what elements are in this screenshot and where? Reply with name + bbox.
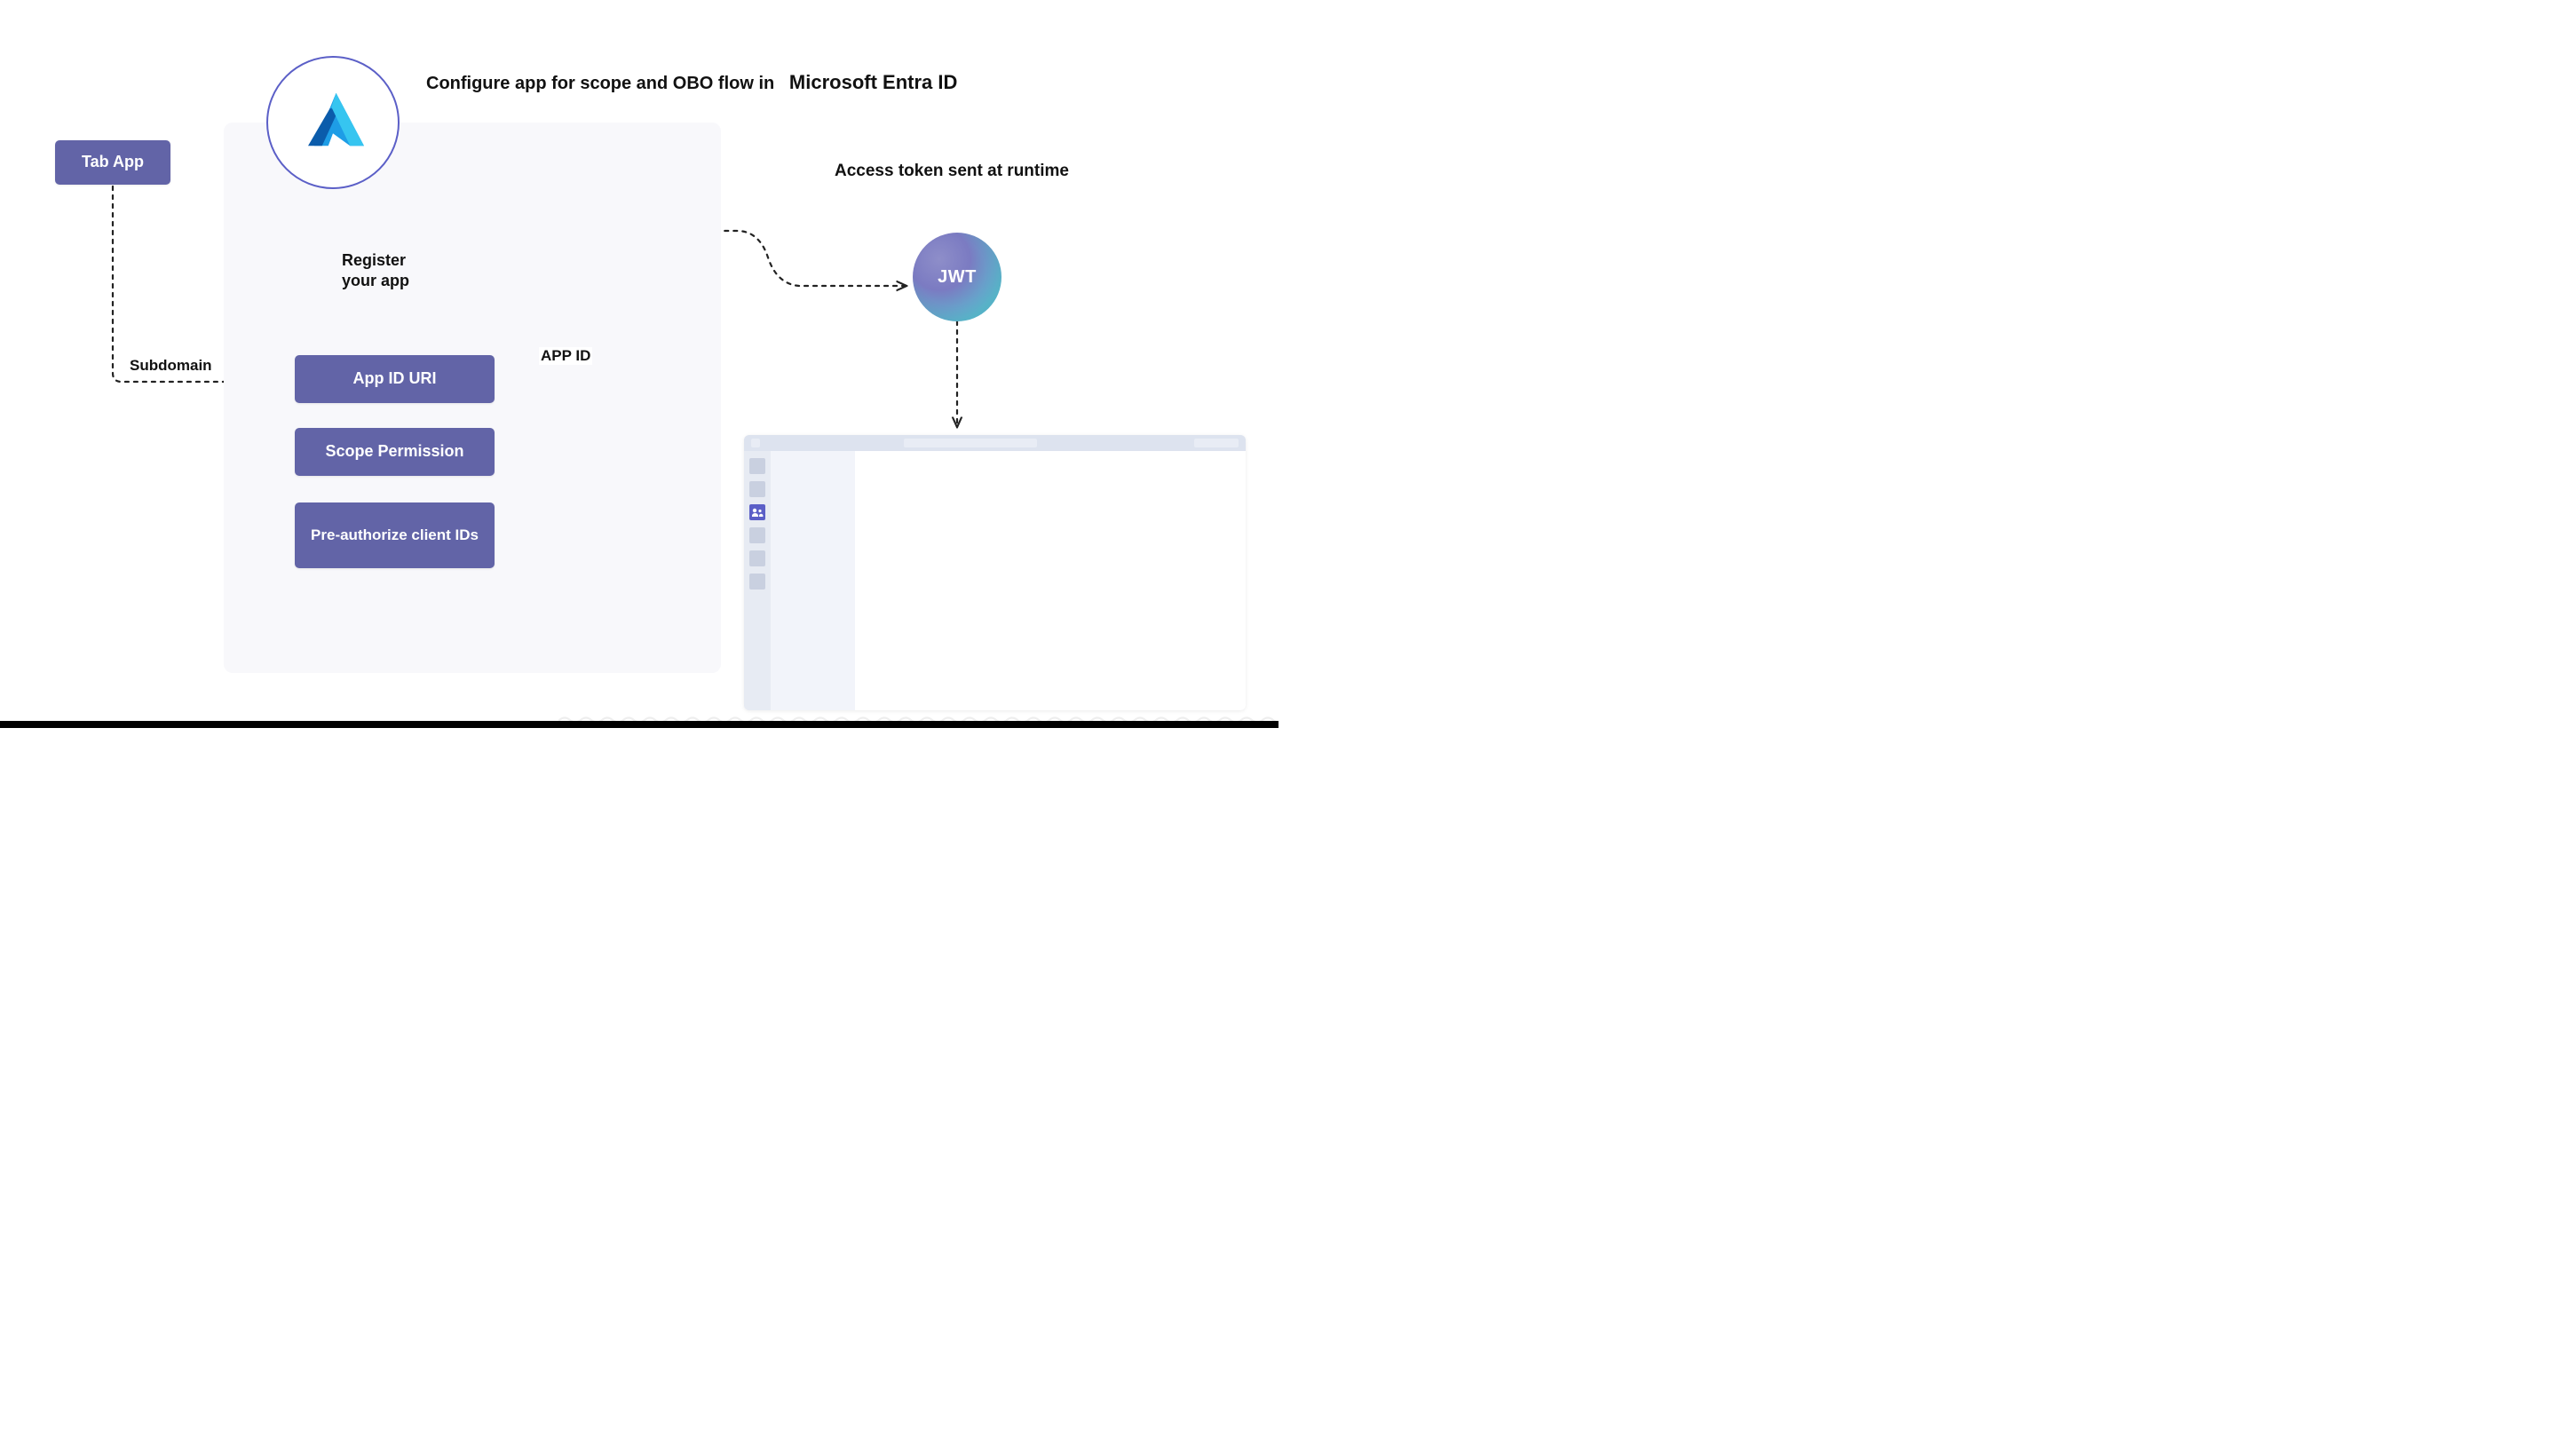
node-scope-permission: Scope Permission (295, 428, 495, 476)
app-window-content (855, 451, 1246, 710)
page-title-brand: Microsoft Entra ID (789, 71, 957, 93)
rail-chip (749, 481, 765, 497)
jwt-label: JWT (938, 267, 977, 288)
runtime-heading: Access token sent at runtime (835, 162, 1069, 181)
diagram-stage: Configure app for scope and OBO flow in … (0, 0, 1278, 728)
app-window-rail (744, 451, 771, 710)
rail-chip (749, 527, 765, 543)
node-pre-authorize-label: Pre-authorize client IDs (311, 526, 479, 544)
jwt-node: JWT (913, 233, 1001, 321)
page-title: Configure app for scope and OBO flow in … (426, 71, 957, 94)
app-window-titlebar (744, 435, 1246, 451)
azure-logo-circle (266, 56, 400, 189)
rail-chip (749, 574, 765, 590)
edge-label-app-id: APP ID (539, 347, 592, 365)
node-scope-permission-label: Scope Permission (325, 442, 463, 462)
teams-app-window (744, 435, 1246, 710)
edge-label-subdomain: Subdomain (128, 357, 214, 375)
node-app-id-uri-label: App ID URI (353, 369, 437, 389)
node-pre-authorize: Pre-authorize client IDs (295, 502, 495, 568)
register-label: Register your app (342, 250, 409, 290)
rail-chip (749, 550, 765, 566)
rail-chip-teams (749, 504, 765, 520)
node-app-id-uri: App ID URI (295, 355, 495, 403)
bottom-bar (0, 721, 1278, 728)
page-title-prefix: Configure app for scope and OBO flow in (426, 74, 774, 93)
azure-icon (296, 85, 370, 160)
app-window-sidepanel (771, 451, 855, 710)
rail-chip (749, 458, 765, 474)
node-tab-app-label: Tab App (82, 153, 144, 172)
node-tab-app: Tab App (55, 140, 170, 185)
